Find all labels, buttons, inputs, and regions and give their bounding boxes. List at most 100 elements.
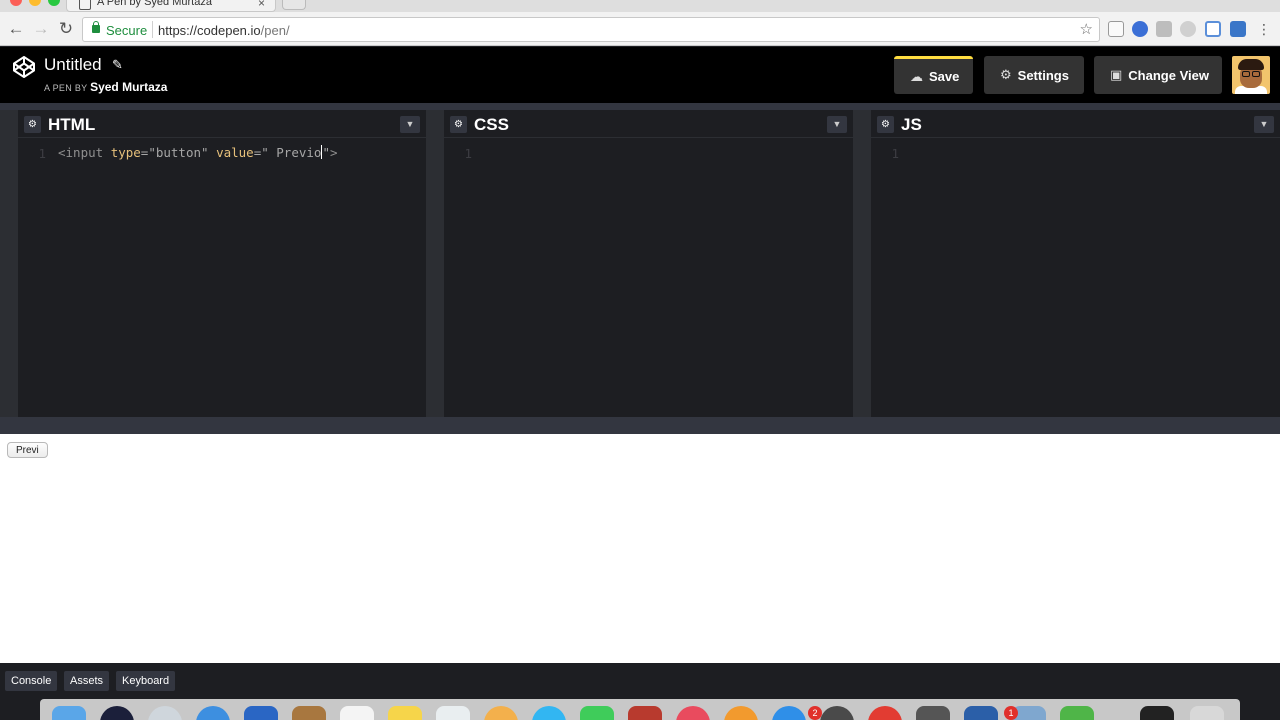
forward-arrow-icon[interactable]: → <box>30 18 52 40</box>
word-badge: 1 <box>1004 706 1018 720</box>
browser-menu-icon[interactable]: ⋮ <box>1253 18 1275 40</box>
tab-title: A Pen by Syed Murtaza <box>97 0 212 8</box>
reminders-icon[interactable] <box>436 706 470 720</box>
pen-byline: A PEN BY Syed Murtaza <box>44 80 167 94</box>
avatar[interactable] <box>1232 56 1270 94</box>
close-window-button[interactable] <box>10 0 22 6</box>
html-code-text[interactable]: <input type="button" value=" Previo"> <box>58 145 338 160</box>
minimize-window-button[interactable] <box>29 0 41 6</box>
console-button[interactable]: Console <box>5 671 58 691</box>
codepen-header: Untitled ✎ A PEN BY Syed Murtaza ☁ Save … <box>0 47 1280 103</box>
attr-type-value: ="button" <box>140 145 209 160</box>
preview-button[interactable]: Previ <box>7 442 48 458</box>
screen: A Pen by Syed Murtaza × ← → ↻ Secure htt… <box>0 0 1280 720</box>
sublime-icon[interactable] <box>916 706 950 720</box>
launchpad-icon[interactable] <box>148 706 182 720</box>
html-editor-title: HTML <box>48 115 96 134</box>
siri-icon[interactable] <box>100 706 134 720</box>
new-tab-button[interactable] <box>282 0 306 10</box>
zoom-window-button[interactable] <box>48 0 60 6</box>
itunes-icon[interactable] <box>676 706 710 720</box>
line-number: 1 <box>38 146 46 161</box>
pen-title[interactable]: Untitled <box>44 55 102 75</box>
extension-copy-icon[interactable] <box>1108 21 1124 37</box>
cloud-icon: ☁ <box>910 68 923 84</box>
html-css-resizer[interactable] <box>426 110 444 417</box>
evernote-icon[interactable] <box>1060 706 1094 720</box>
layout-icon: ▣ <box>1110 67 1123 82</box>
photos-icon[interactable] <box>484 706 518 720</box>
macos-dock <box>40 699 1240 720</box>
editor-top-resizer[interactable] <box>0 103 1280 110</box>
browser-tabstrip: A Pen by Syed Murtaza × <box>0 0 1280 12</box>
editor-area: ⚙ HTML ▼ 1 <input type="button" value=" … <box>0 103 1280 434</box>
settings-button[interactable]: ⚙ Settings <box>984 56 1084 94</box>
js-code-line[interactable]: 1 <box>871 144 1280 162</box>
contacts-icon[interactable] <box>292 706 326 720</box>
tag-open: <input <box>58 145 104 160</box>
system-preferences-icon[interactable] <box>820 706 854 720</box>
left-edge-bar <box>0 110 18 417</box>
url-divider <box>152 21 153 38</box>
change-view-label: Change View <box>1128 67 1209 83</box>
finder-icon[interactable] <box>52 706 86 720</box>
css-js-resizer[interactable] <box>853 110 871 417</box>
js-settings-gear-icon[interactable]: ⚙ <box>877 116 894 133</box>
extension-box-icon[interactable] <box>1230 21 1246 37</box>
attr-value-before-caret: =" Previo <box>253 145 322 160</box>
notes-icon[interactable] <box>388 706 422 720</box>
line-number: 1 <box>891 146 899 161</box>
safari-icon[interactable] <box>196 706 230 720</box>
url-path: /pen/ <box>260 23 290 38</box>
back-arrow-icon[interactable]: ← <box>5 18 27 40</box>
attr-value-after-caret: " <box>322 145 330 160</box>
extension-a-icon[interactable] <box>1132 21 1148 37</box>
css-editor-header: ⚙ CSS ▼ <box>444 110 853 138</box>
tab-close-icon[interactable]: × <box>258 0 265 10</box>
js-editor-title: JS <box>901 115 922 134</box>
js-collapse-chevron-down-icon[interactable]: ▼ <box>1254 116 1274 133</box>
html-settings-gear-icon[interactable]: ⚙ <box>24 116 41 133</box>
chrome-icon[interactable] <box>868 706 902 720</box>
avatar-glasses-right <box>1252 71 1260 77</box>
trash-icon[interactable] <box>1190 706 1224 720</box>
lock-icon <box>92 21 100 33</box>
avatar-glasses-left <box>1242 71 1250 77</box>
html-code-line[interactable]: 1 <input type="button" value=" Previo"> <box>18 144 426 162</box>
css-code-line[interactable]: 1 <box>444 144 853 162</box>
keyboard-button[interactable]: Keyboard <box>116 671 176 691</box>
facetime-icon[interactable] <box>580 706 614 720</box>
codepen-favicon-icon <box>79 0 91 10</box>
css-settings-gear-icon[interactable]: ⚙ <box>450 116 467 133</box>
line-number: 1 <box>464 146 472 161</box>
extension-frame-icon[interactable] <box>1205 21 1221 37</box>
reload-icon[interactable]: ↻ <box>55 18 77 40</box>
attr-type: type <box>110 145 141 160</box>
editor-preview-resizer[interactable] <box>0 417 1280 434</box>
messages-icon[interactable] <box>532 706 566 720</box>
codepen-logo-icon[interactable] <box>12 55 36 79</box>
edit-pencil-icon[interactable]: ✎ <box>112 57 123 73</box>
word-icon[interactable] <box>964 706 998 720</box>
assets-button[interactable]: Assets <box>64 671 110 691</box>
bookmark-star-icon[interactable]: ☆ <box>1080 20 1093 38</box>
url-host: https://codepen.io <box>158 23 261 38</box>
change-view-button[interactable]: ▣ Change View <box>1094 56 1222 94</box>
author-link[interactable]: Syed Murtaza <box>90 80 167 94</box>
mail-icon[interactable] <box>244 706 278 720</box>
html-collapse-chevron-down-icon[interactable]: ▼ <box>400 116 420 133</box>
css-collapse-chevron-down-icon[interactable]: ▼ <box>827 116 847 133</box>
save-button[interactable]: ☁ Save <box>894 56 973 94</box>
extension-circle-icon[interactable] <box>1180 21 1196 37</box>
browser-tab[interactable]: A Pen by Syed Murtaza × <box>66 0 276 12</box>
photo-booth-icon[interactable] <box>628 706 662 720</box>
terminal-icon[interactable] <box>1140 706 1174 720</box>
js-editor-panel: ⚙ JS ▼ 1 <box>871 110 1280 417</box>
app-store-icon[interactable] <box>772 706 806 720</box>
address-bar[interactable]: Secure https://codepen.io/pen/ ☆ <box>82 17 1100 42</box>
ibooks-icon[interactable] <box>724 706 758 720</box>
extension-camera-icon[interactable] <box>1156 21 1172 37</box>
byline-prefix: A PEN BY <box>44 83 88 93</box>
browser-toolbar: ← → ↻ Secure https://codepen.io/pen/ ☆ ⋮ <box>0 12 1280 46</box>
calendar-icon[interactable] <box>340 706 374 720</box>
